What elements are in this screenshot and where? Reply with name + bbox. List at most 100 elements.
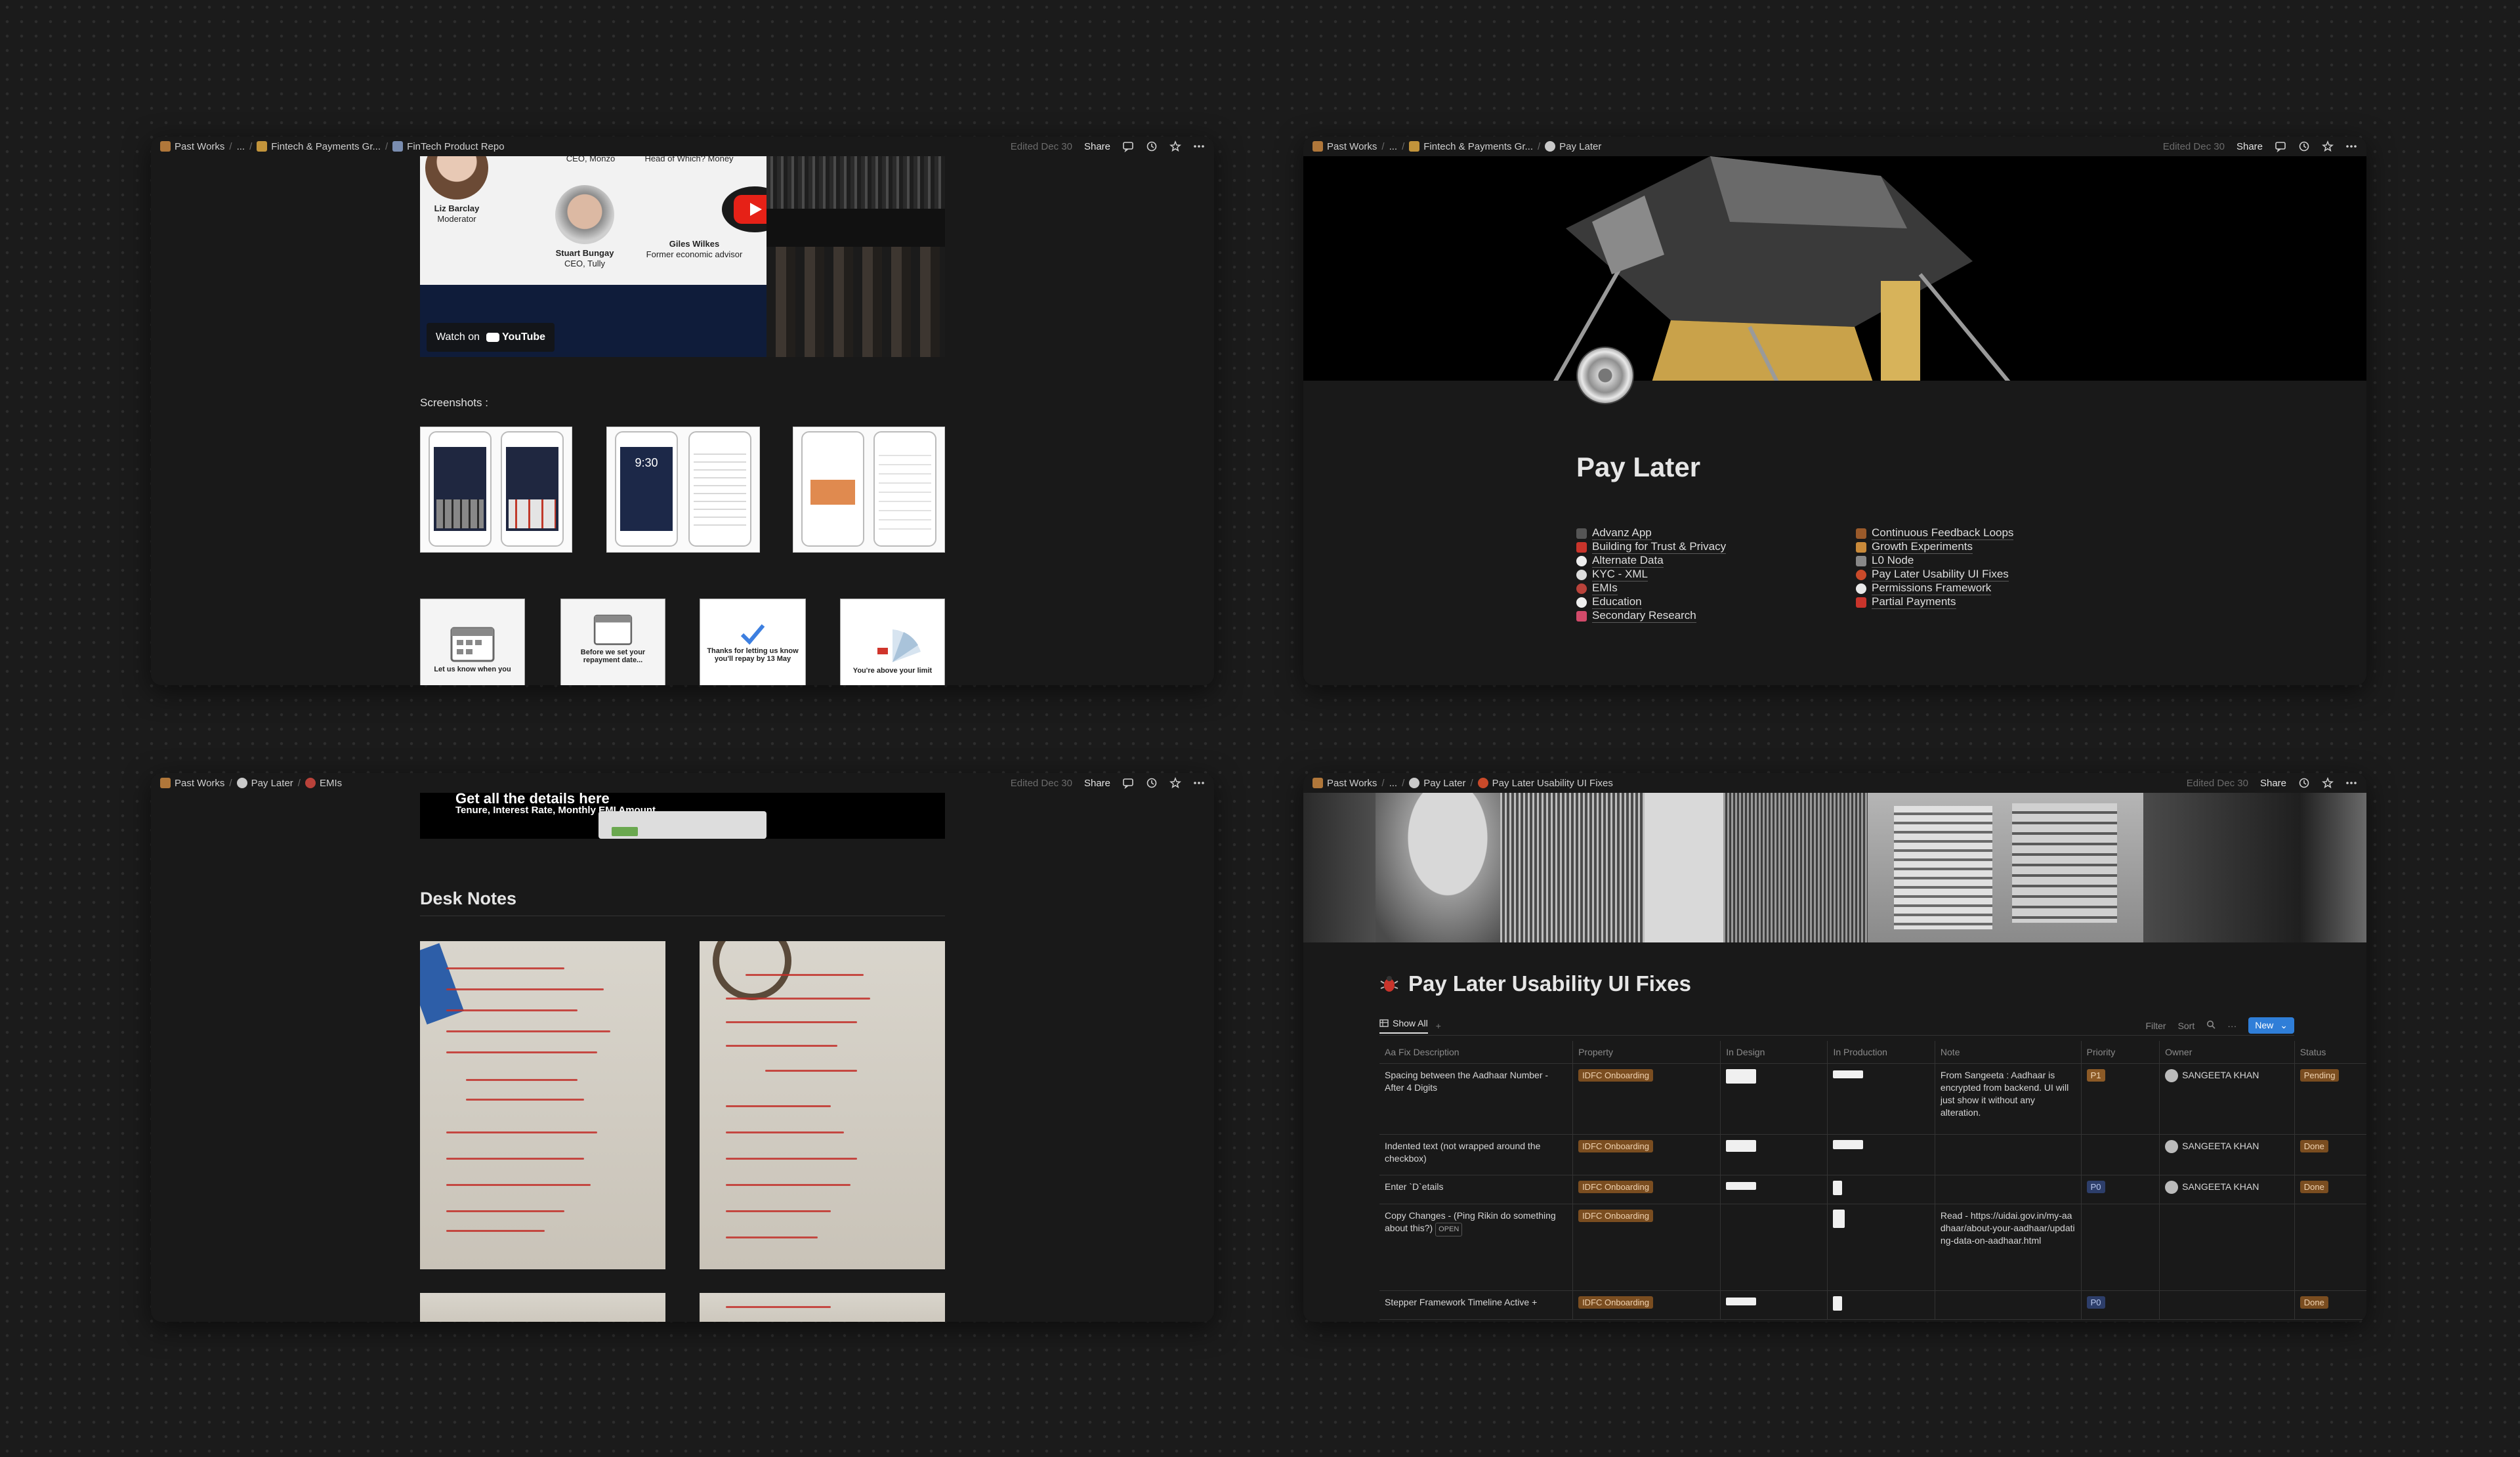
column-header[interactable]: Priority — [2081, 1041, 2160, 1064]
desk-note-photo[interactable] — [700, 1293, 945, 1322]
production-thumbnail[interactable] — [1833, 1209, 1845, 1228]
fix-description[interactable]: Indented text (not wrapped around the ch… — [1379, 1134, 1574, 1175]
screenshot-image[interactable] — [793, 427, 945, 553]
view-tab-show-all[interactable]: Show All — [1379, 1018, 1428, 1034]
design-thumbnail[interactable] — [1726, 1297, 1757, 1305]
table-row[interactable]: Stepper Framework Timeline Active + IDFC… — [1379, 1290, 2366, 1320]
emi-banner-image[interactable]: Get all the details here Tenure, Interes… — [420, 793, 945, 839]
breadcrumb-item[interactable]: Fintech & Payments Gr... — [1409, 141, 1533, 152]
design-thumbnail[interactable] — [1726, 1068, 1757, 1084]
status-badge[interactable]: Done — [2300, 1139, 2328, 1152]
fix-description[interactable]: Copy Changes - (Ping Rikin do something … — [1379, 1204, 1574, 1291]
breadcrumb-item[interactable]: ... — [237, 141, 245, 152]
breadcrumb-item[interactable]: Pay Later — [1545, 141, 1601, 152]
add-view-icon[interactable]: + — [1436, 1021, 1441, 1031]
subpage-link[interactable]: Pay Later Usability UI Fixes — [1856, 568, 2013, 581]
note-text[interactable] — [1935, 1134, 2082, 1175]
status-badge[interactable]: Done — [2300, 1180, 2328, 1193]
subpage-link[interactable]: KYC - XML — [1576, 568, 1726, 581]
priority-tag[interactable]: P0 — [2086, 1296, 2105, 1309]
property-tag[interactable]: IDFC Onboarding — [1578, 1296, 1653, 1309]
screenshot-image[interactable]: You're above your limit — [840, 599, 945, 685]
column-header[interactable]: Owner — [2159, 1041, 2295, 1064]
more-icon[interactable] — [1193, 777, 1205, 789]
search-icon[interactable] — [2206, 1020, 2216, 1031]
sort-button[interactable]: Sort — [2178, 1021, 2195, 1031]
design-thumbnail[interactable] — [1726, 1139, 1757, 1152]
subpage-link[interactable]: Advanz App — [1576, 526, 1726, 540]
column-header[interactable]: Property — [1572, 1041, 1721, 1064]
desk-note-photo[interactable] — [700, 941, 945, 1269]
production-thumbnail[interactable] — [1833, 1070, 1864, 1078]
breadcrumb-item[interactable]: Pay Later Usability UI Fixes — [1477, 778, 1613, 789]
fix-description[interactable]: Spacing between the Aadhaar Number - Aft… — [1379, 1063, 1574, 1135]
screenshot-image[interactable]: Let us know when you — [420, 599, 525, 685]
video-embed[interactable]: CEO, Monzo Head of Which? Money Liz Barc… — [420, 156, 945, 357]
comment-icon[interactable] — [1122, 777, 1134, 789]
column-header[interactable]: Aa Fix Description — [1379, 1041, 1574, 1064]
more-icon[interactable] — [2345, 140, 2357, 152]
table-row[interactable]: Enter `D`etails IDFC Onboarding P0 SANGE… — [1379, 1175, 2366, 1204]
watch-on-youtube-button[interactable]: Watch on YouTube — [427, 323, 555, 352]
property-tag[interactable]: IDFC Onboarding — [1578, 1139, 1653, 1152]
note-text[interactable]: Read - https://uidai.gov.in/my-aadhaar/a… — [1935, 1204, 2082, 1291]
fix-description[interactable]: Stepper Framework Timeline Active + — [1379, 1290, 1574, 1320]
cover-image[interactable] — [1303, 156, 2366, 381]
share-button[interactable]: Share — [2260, 778, 2286, 789]
column-header[interactable]: In Design — [1720, 1041, 1828, 1064]
column-header[interactable]: In Production — [1827, 1041, 1935, 1064]
share-button[interactable]: Share — [2236, 141, 2263, 152]
production-thumbnail[interactable] — [1833, 1139, 1864, 1149]
subpage-link[interactable]: Permissions Framework — [1856, 581, 2013, 595]
subpage-link[interactable]: L0 Node — [1856, 554, 2013, 568]
subpage-link[interactable]: Partial Payments — [1856, 595, 2013, 609]
breadcrumb-item[interactable]: Past Works — [1312, 778, 1377, 789]
breadcrumb-item[interactable]: FinTech Product Repo — [392, 141, 505, 152]
filter-button[interactable]: Filter — [2145, 1021, 2166, 1031]
owner-chip[interactable]: SANGEETA KHAN — [2165, 1180, 2289, 1194]
owner-chip[interactable]: SANGEETA KHAN — [2165, 1068, 2289, 1082]
cover-image[interactable] — [1303, 793, 2366, 942]
priority-tag[interactable]: P1 — [2086, 1068, 2105, 1082]
open-row-button[interactable]: OPEN — [1435, 1222, 1463, 1236]
history-icon[interactable] — [1146, 140, 1158, 152]
table-row[interactable]: Indented text (not wrapped around the ch… — [1379, 1134, 2366, 1175]
breadcrumb-item[interactable]: Pay Later — [236, 778, 293, 789]
production-thumbnail[interactable] — [1833, 1180, 1843, 1195]
note-text[interactable] — [1935, 1175, 2082, 1204]
star-icon[interactable] — [1169, 140, 1181, 152]
new-button[interactable]: New ⌄ — [2248, 1017, 2294, 1034]
table-row[interactable]: Copy Changes - (Ping Rikin do something … — [1379, 1204, 2366, 1291]
breadcrumb-item[interactable]: EMIs — [304, 778, 342, 789]
column-header[interactable]: Status — [2294, 1041, 2366, 1064]
breadcrumb-item[interactable]: Fintech & Payments Gr... — [257, 141, 381, 152]
star-icon[interactable] — [2322, 140, 2334, 152]
fix-description[interactable]: Enter `D`etails — [1379, 1175, 1574, 1204]
subpage-link[interactable]: Building for Trust & Privacy — [1576, 540, 1727, 554]
breadcrumb-item[interactable]: ... — [1389, 141, 1398, 152]
breadcrumb-item[interactable]: ... — [1389, 778, 1398, 789]
subpage-link[interactable]: EMIs — [1576, 581, 1726, 595]
status-badge[interactable]: Pending — [2300, 1068, 2340, 1082]
star-icon[interactable] — [1169, 777, 1181, 789]
breadcrumb-item[interactable]: Past Works — [1312, 141, 1377, 152]
table-row[interactable]: Spacing between the Aadhaar Number - Aft… — [1379, 1063, 2366, 1135]
history-icon[interactable] — [1146, 777, 1158, 789]
note-text[interactable]: From Sangeeta : Aadhaar is encrypted fro… — [1935, 1063, 2082, 1135]
history-icon[interactable] — [2298, 777, 2310, 789]
subpage-link[interactable]: Alternate Data — [1576, 554, 1726, 568]
star-icon[interactable] — [2322, 777, 2334, 789]
disc-icon[interactable] — [1576, 347, 1634, 404]
production-thumbnail[interactable] — [1833, 1296, 1843, 1311]
comment-icon[interactable] — [1122, 140, 1134, 152]
share-button[interactable]: Share — [1084, 141, 1110, 152]
subpage-link[interactable]: Secondary Research — [1576, 609, 1726, 623]
subpage-link[interactable]: Education — [1576, 595, 1726, 609]
screenshot-image[interactable] — [420, 427, 572, 553]
property-tag[interactable]: IDFC Onboarding — [1578, 1180, 1653, 1193]
priority-tag[interactable]: P0 — [2086, 1180, 2105, 1193]
property-tag[interactable]: IDFC Onboarding — [1578, 1209, 1653, 1222]
screenshot-image[interactable]: Thanks for letting us know you'll repay … — [700, 599, 806, 685]
share-button[interactable]: Share — [1084, 778, 1110, 789]
property-tag[interactable]: IDFC Onboarding — [1578, 1068, 1653, 1082]
